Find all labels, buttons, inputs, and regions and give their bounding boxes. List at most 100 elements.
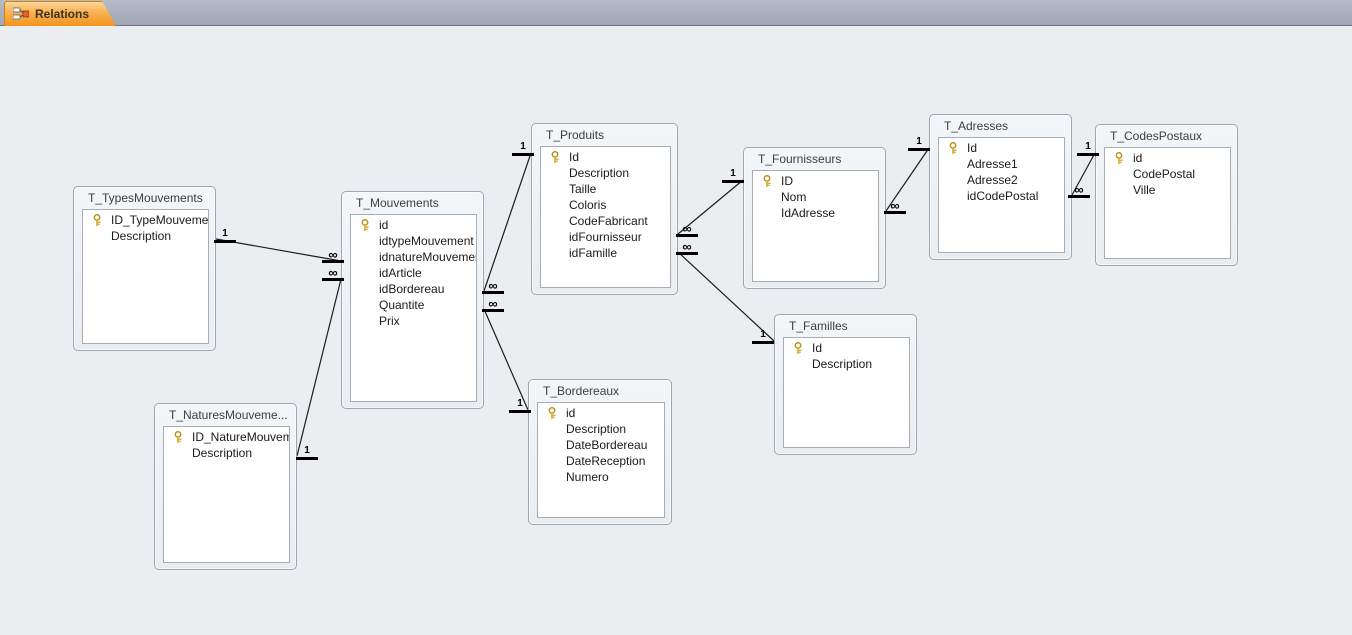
field-name: idFamille [569,246,618,260]
relationship-end-bar [722,180,744,183]
field-row[interactable]: idtypeMouvement [351,233,476,249]
field-name: IdAdresse [781,206,836,220]
table-box-t-mouvements[interactable]: T_Mouvements id idtypeMouvement idnatureMou… [341,191,484,409]
cardinality-many-marker: ∞ [884,198,906,214]
field-list[interactable]: Id Adresse1 Adresse2 idCodePostal [938,137,1065,253]
field-row[interactable]: Adresse2 [939,172,1064,188]
field-row[interactable]: Nom [753,189,878,205]
field-row[interactable]: CodePostal [1105,166,1230,182]
table-box-t-adresses[interactable]: T_Adresses Id Adresse1 Adresse2 idCodePostal [929,114,1072,260]
cardinality-many-marker: ∞ [1068,183,1090,198]
relationship-end-bar [908,148,930,151]
field-row[interactable]: Quantite [351,297,476,313]
field-list[interactable]: id Description DateBordereau DateReception N… [537,402,665,518]
table-box-t-fournisseurs[interactable]: T_Fournisseurs ID Nom IdAdresse [743,147,886,289]
field-name: Ville [1133,183,1156,197]
field-row[interactable]: idBordereau [351,281,476,297]
field-row[interactable]: IdAdresse [753,205,878,221]
relationship-end-bar [509,410,531,413]
cardinality-one-glyph: 1 [916,136,922,147]
relationship-end-bar [1077,153,1099,156]
cardinality-one-glyph: 1 [520,141,526,152]
field-name: Description [111,229,172,243]
table-box-t-bordereaux[interactable]: T_Bordereaux id Description DateBordereau Da… [528,379,672,525]
field-row[interactable]: idCodePostal [939,188,1064,204]
cardinality-one-glyph: 1 [517,398,523,409]
relationship-line[interactable] [296,278,342,457]
field-list[interactable]: id CodePostal Ville [1104,147,1231,259]
field-row[interactable]: Numero [538,469,664,485]
field-row[interactable]: idnatureMouvement [351,249,476,265]
field-name: CodeFabricant [569,214,648,228]
table-title[interactable]: T_Produits [535,127,674,144]
field-row[interactable]: Ville [1105,182,1230,198]
field-row[interactable]: idFamille [541,245,670,261]
field-list[interactable]: id idtypeMouvement idnatureMouvement idArti… [350,214,477,402]
table-title[interactable]: T_NaturesMouveme... [158,407,293,424]
primary-key-icon [93,214,101,226]
field-list[interactable]: ID Nom IdAdresse [752,170,879,282]
field-row[interactable]: idFournisseur [541,229,670,245]
field-row[interactable]: idArticle [351,265,476,281]
field-row[interactable]: Adresse1 [939,156,1064,172]
primary-key-icon [551,151,559,163]
field-row[interactable]: DateBordereau [538,437,664,453]
tab-relations[interactable]: Relations [4,1,116,26]
field-name: idtypeMouvement [379,234,474,248]
field-name: ID [781,174,793,188]
field-row[interactable]: ID [753,173,878,189]
field-row[interactable]: ID_TypeMouvement [83,212,208,228]
field-row[interactable]: id [538,405,664,421]
relationship-end-bar [296,457,318,460]
table-box-t-naturesmouvements[interactable]: T_NaturesMouveme... ID_NatureMouvement Des… [154,403,297,570]
relationships-canvas[interactable]: T_TypesMouvements ID_TypeMouvement Descrip… [0,26,1352,635]
field-row[interactable]: CodeFabricant [541,213,670,229]
field-row[interactable]: Id [939,140,1064,156]
field-row[interactable]: ID_NatureMouvement [164,429,289,445]
relationship-line[interactable] [483,152,532,292]
relationship-end-bar [214,240,236,243]
table-title[interactable]: T_TypesMouvements [77,190,212,207]
field-row[interactable]: id [1105,150,1230,166]
table-title[interactable]: T_Familles [778,318,913,335]
field-row[interactable]: Description [541,165,670,181]
table-box-t-typesmouvements[interactable]: T_TypesMouvements ID_TypeMouvement Descrip… [73,186,216,351]
table-box-t-familles[interactable]: T_Familles Id Description [774,314,917,455]
field-list[interactable]: Id Description [783,337,910,448]
cardinality-one-glyph: 1 [730,168,736,179]
field-name: idArticle [379,266,422,280]
field-name: Id [569,150,580,164]
cardinality-many-glyph: ∞ [890,198,900,213]
cardinality-one-glyph: 1 [222,228,228,239]
table-box-t-codespostaux[interactable]: T_CodesPostaux id CodePostal Ville [1095,124,1238,266]
field-list[interactable]: Id Description Taille Coloris CodeFabricant i… [540,146,671,288]
table-box-t-produits[interactable]: T_Produits Id Description Taille Coloris Code… [531,123,678,295]
field-row[interactable]: Description [164,445,289,461]
field-row[interactable]: Description [83,228,208,244]
table-title[interactable]: T_Fournisseurs [747,151,882,168]
table-title[interactable]: T_CodesPostaux [1099,128,1234,145]
field-row[interactable]: Description [784,356,909,372]
field-name: id [566,406,576,420]
table-title[interactable]: T_Adresses [933,118,1068,135]
field-row[interactable]: id [351,217,476,233]
field-row[interactable]: Coloris [541,197,670,213]
field-name: idnatureMouvement [379,250,476,264]
cardinality-many-glyph: ∞ [682,221,692,236]
cardinality-many-marker: ∞ [676,240,698,255]
field-row[interactable]: Description [538,421,664,437]
field-list[interactable]: ID_TypeMouvement Description [82,209,209,344]
tab-label: Relations [35,7,90,21]
table-title[interactable]: T_Bordereaux [532,383,668,400]
relationship-line[interactable] [483,308,529,411]
field-row[interactable]: Taille [541,181,670,197]
cardinality-one-marker: 1 [509,399,531,413]
field-row[interactable]: Id [784,340,909,356]
cardinality-many-marker: ∞ [676,221,698,237]
cardinality-many-glyph: ∞ [488,296,498,311]
table-title[interactable]: T_Mouvements [345,195,480,212]
field-row[interactable]: DateReception [538,453,664,469]
field-list[interactable]: ID_NatureMouvement Description [163,426,290,563]
field-row[interactable]: Prix [351,313,476,329]
field-row[interactable]: Id [541,149,670,165]
